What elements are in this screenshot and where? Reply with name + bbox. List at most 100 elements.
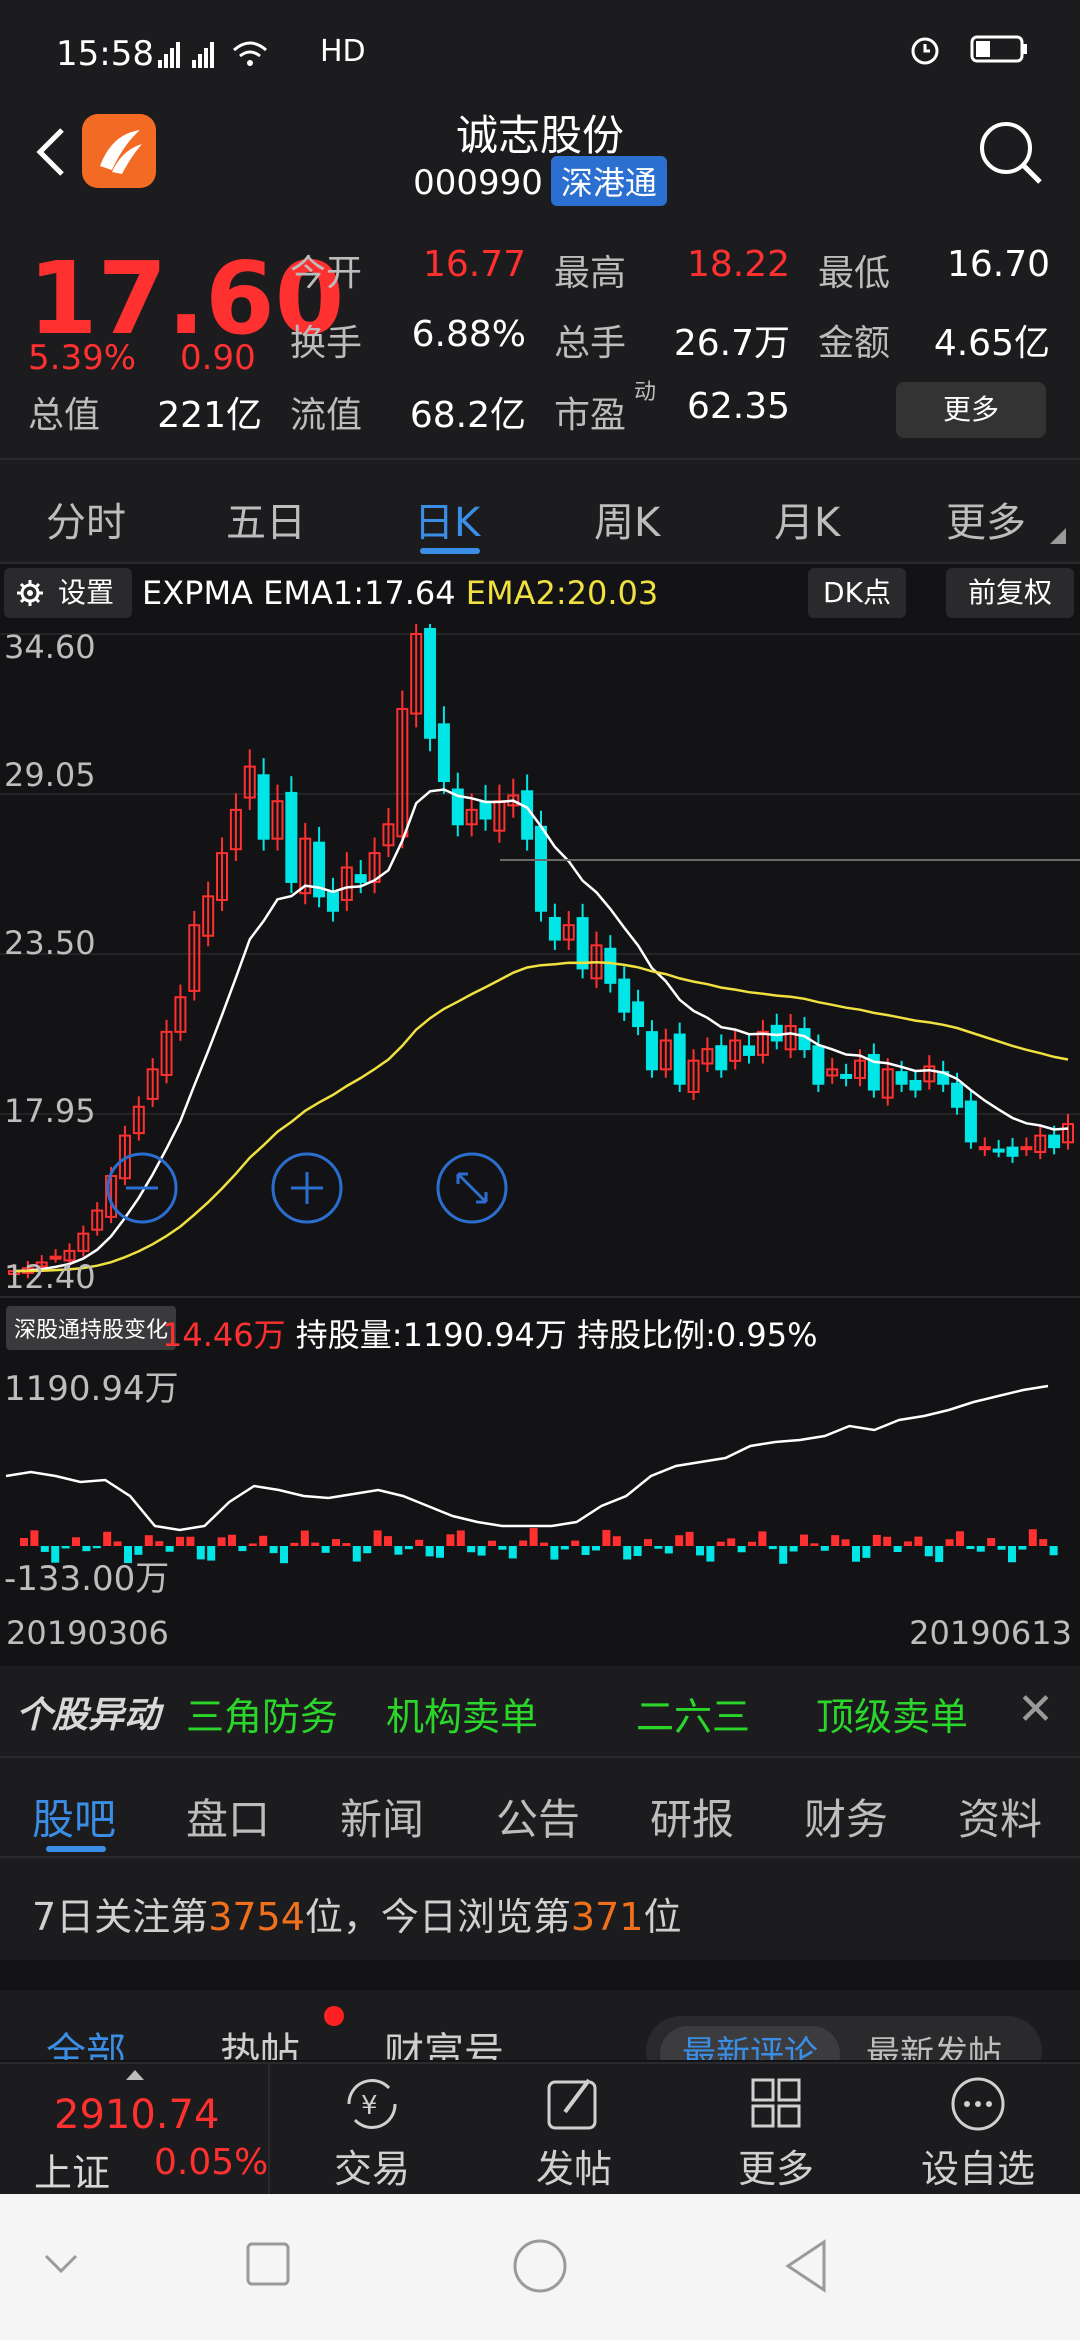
ema-readout: EXPMA EMA1:17.64 EMA2:20.03 xyxy=(142,574,658,612)
dk-point-button[interactable]: DK点 xyxy=(808,568,906,618)
date-start: 20190306 xyxy=(6,1614,169,1652)
post-button[interactable]: 发帖 xyxy=(494,2074,654,2193)
search-button[interactable] xyxy=(976,118,1046,188)
holdings-change-bar xyxy=(394,1546,403,1555)
candle-body xyxy=(326,891,339,912)
zoom-in-button[interactable] xyxy=(271,1152,343,1224)
candle-body xyxy=(978,1146,991,1151)
amount-value: 4.65亿 xyxy=(933,323,1050,364)
zoom-out-button[interactable] xyxy=(106,1152,178,1224)
chevron-down-icon[interactable] xyxy=(44,2254,78,2274)
sort-latest-comment[interactable]: 最新评论 xyxy=(660,2026,840,2060)
tab-more-periods[interactable]: 更多 xyxy=(946,490,1026,548)
tab-intraday[interactable]: 分时 xyxy=(46,490,126,548)
tab-news[interactable]: 新闻 xyxy=(340,1786,424,1847)
rank-text: 7日关注第 xyxy=(32,1895,209,1939)
holdings-change-bar xyxy=(581,1546,590,1555)
recents-icon[interactable] xyxy=(246,2242,290,2286)
period-tabs: 分时 五日 日K 周K 月K 更多 xyxy=(0,460,1080,564)
holdings-ratio: 持股比例:0.95% xyxy=(577,1316,818,1354)
holdings-change-bar xyxy=(363,1546,372,1554)
high-value: 18.22 xyxy=(686,244,790,285)
volume-value: 26.7万 xyxy=(673,323,790,364)
holdings-change-bar xyxy=(779,1546,788,1564)
holdings-change-bar xyxy=(446,1534,455,1546)
holdings-change-bar xyxy=(20,1538,28,1546)
holdings-change-bar xyxy=(612,1536,621,1546)
tab-five-day[interactable]: 五日 xyxy=(226,490,306,548)
holdings-change-bar xyxy=(72,1537,80,1546)
more-quote-button[interactable]: 更多 xyxy=(896,382,1046,438)
holdings-chart[interactable]: 1190.94万 -133.00万 xyxy=(0,1356,1080,1600)
holdings-change-bar xyxy=(550,1546,559,1560)
alert-item[interactable]: 机构卖单 xyxy=(386,1686,538,1741)
holdings-change-bar xyxy=(113,1541,122,1546)
tab-announcements[interactable]: 公告 xyxy=(496,1786,580,1847)
candle-body xyxy=(964,1100,977,1143)
tab-profile[interactable]: 资料 xyxy=(958,1786,1042,1847)
tab-hot-posts[interactable]: 热帖 xyxy=(220,2020,300,2060)
float-value: 68.2亿 xyxy=(409,395,526,436)
open-value: 16.77 xyxy=(422,244,526,285)
holdings-change-bar xyxy=(498,1546,507,1550)
holdings-change-bar xyxy=(1028,1529,1037,1546)
date-range-row: 20190306 20190613 xyxy=(0,1600,1080,1666)
content-tabs: 股吧 盘口 新闻 公告 研报 财务 资料 xyxy=(0,1756,1080,1856)
kline-chart[interactable]: 34.60 29.05 23.50 17.95 12.40 xyxy=(0,608,1080,1296)
holdings-change-bar xyxy=(300,1530,309,1546)
candle-body xyxy=(632,1001,645,1028)
candle-body xyxy=(548,916,561,941)
add-watchlist-button[interactable]: 设自选 xyxy=(898,2074,1058,2193)
pe-label: 市盈 xyxy=(554,395,627,436)
holdings-change-bar xyxy=(831,1535,840,1546)
sort-latest-post[interactable]: 最新发帖 xyxy=(866,2026,1002,2060)
holdings-tag[interactable]: 深股通持股变化 xyxy=(6,1306,177,1350)
alert-item[interactable]: 二六三 xyxy=(636,1686,750,1741)
holdings-change-bar xyxy=(373,1530,382,1546)
holdings-change-bar xyxy=(321,1546,330,1553)
candle-body xyxy=(1048,1134,1061,1149)
sort-toggle: 最新评论 最新发帖 xyxy=(646,2016,1042,2060)
holdings-change-bar xyxy=(404,1546,413,1550)
tab-monthly-k[interactable]: 月K xyxy=(774,490,840,548)
holdings-change-bar xyxy=(144,1535,153,1546)
tab-finance[interactable]: 财务 xyxy=(804,1786,888,1847)
alert-item[interactable]: 顶级卖单 xyxy=(816,1686,968,1741)
index-value: 2910.74 xyxy=(54,2092,220,2138)
tab-pankou[interactable]: 盘口 xyxy=(186,1786,270,1847)
close-icon[interactable]: ✕ xyxy=(1017,1684,1054,1735)
holdings-change-bar xyxy=(810,1543,819,1546)
trade-button[interactable]: ¥ 交易 xyxy=(292,2074,452,2193)
quote-panel: 17.60 5.39% 0.90 今开 16.77 最高 18.22 最低 16… xyxy=(0,210,1080,460)
tab-research[interactable]: 研报 xyxy=(650,1786,734,1847)
price-adjust-button[interactable]: 前复权 xyxy=(946,568,1074,618)
post-tabs: 全部 热帖 财富号 最新评论 最新发帖 xyxy=(0,1990,1080,2060)
tab-guba[interactable]: 股吧 xyxy=(32,1786,116,1847)
fullscreen-button[interactable] xyxy=(436,1152,508,1224)
stock-code-row: 000990 深港通 xyxy=(0,156,1080,206)
home-icon[interactable] xyxy=(512,2238,568,2294)
holdings-change-bar xyxy=(633,1546,642,1557)
holdings-change-bar xyxy=(228,1534,236,1546)
candle-body xyxy=(521,790,534,840)
candle-body xyxy=(770,1024,783,1042)
tab-all-posts[interactable]: 全部 xyxy=(46,2020,126,2060)
tab-daily-k[interactable]: 日K xyxy=(414,490,480,548)
holdings-change-bar xyxy=(872,1534,881,1546)
stock-name: 诚志股份 xyxy=(455,111,624,160)
more-button[interactable]: 更多 xyxy=(696,2074,856,2193)
tab-weekly-k[interactable]: 周K xyxy=(594,490,660,548)
holdings-change-bar xyxy=(540,1542,548,1546)
holdings-change-bar xyxy=(207,1546,216,1561)
back-nav-icon[interactable] xyxy=(784,2238,828,2294)
holdings-change-bar xyxy=(924,1546,933,1557)
holdings-change-bar xyxy=(675,1535,684,1546)
holdings-change-bar xyxy=(664,1546,673,1554)
index-ticker[interactable]: 2910.74 上证 0.05% xyxy=(0,2064,270,2196)
stock-alert-strip: 个股异动 三角防务 机构卖单 二六三 顶级卖单 ✕ xyxy=(0,1666,1080,1756)
chart-settings-button[interactable]: 设置 xyxy=(4,568,132,618)
active-tab-indicator xyxy=(420,548,480,554)
tab-wealth[interactable]: 财富号 xyxy=(384,2020,504,2060)
rank-text: 位 xyxy=(643,1895,682,1939)
alert-item[interactable]: 三角防务 xyxy=(186,1686,338,1741)
